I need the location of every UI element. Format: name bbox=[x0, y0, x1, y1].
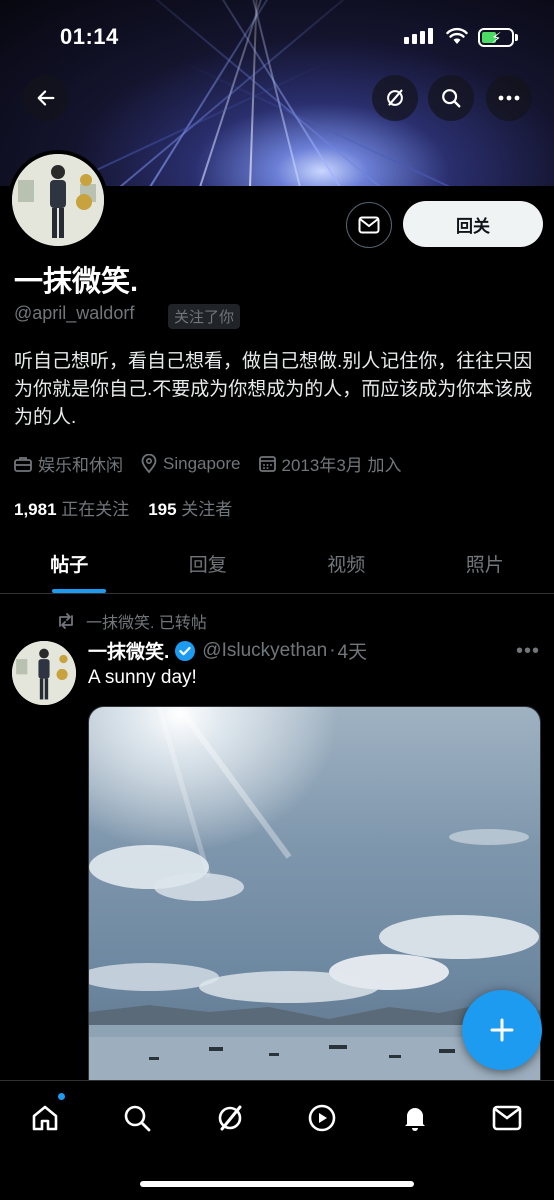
home-icon bbox=[32, 1105, 58, 1131]
mail-icon bbox=[358, 216, 380, 234]
followers-link[interactable]: 195 关注者 bbox=[148, 500, 232, 519]
profile-avatar[interactable] bbox=[8, 150, 108, 250]
nav-search[interactable] bbox=[114, 1095, 160, 1141]
repost-indicator: 一抹微笑. 已转帖 bbox=[56, 609, 207, 633]
post-author-handle[interactable]: @Isluckyethan bbox=[202, 640, 327, 662]
follow-back-button[interactable]: 回关 bbox=[403, 201, 543, 247]
search-icon bbox=[124, 1105, 151, 1132]
compose-button[interactable] bbox=[462, 990, 542, 1070]
joined-label: 2013年3月 加入 bbox=[281, 456, 402, 475]
post-author-name[interactable]: 一抹微笑. bbox=[88, 637, 169, 664]
nav-video[interactable] bbox=[299, 1095, 345, 1141]
following-label: 正在关注 bbox=[61, 500, 130, 519]
battery-icon: ⚡ bbox=[478, 28, 514, 47]
following-count: 1,981 bbox=[14, 500, 57, 519]
message-button[interactable] bbox=[346, 202, 392, 248]
home-indicator bbox=[140, 1181, 414, 1187]
profile-joined: 2013年3月 加入 bbox=[258, 451, 402, 476]
profile-meta: 娱乐和休闲 Singapore 2013年3月 加入 bbox=[14, 451, 420, 476]
messages-icon bbox=[492, 1105, 522, 1131]
location-label: Singapore bbox=[163, 453, 241, 473]
post-header: 一抹微笑. @Isluckyethan · 4天 bbox=[88, 637, 367, 664]
calendar-icon bbox=[258, 456, 276, 472]
profile-location: Singapore bbox=[141, 454, 241, 474]
repost-icon bbox=[59, 613, 73, 629]
post-avatar[interactable] bbox=[12, 641, 76, 705]
post-time: 4天 bbox=[337, 642, 368, 663]
nav-home[interactable] bbox=[22, 1095, 68, 1141]
battery-tip bbox=[515, 34, 518, 41]
followers-count: 195 bbox=[148, 500, 177, 519]
search-button[interactable] bbox=[428, 75, 474, 121]
post-more-icon[interactable]: ••• bbox=[516, 640, 540, 663]
post-text: A sunny day! bbox=[88, 667, 197, 688]
status-bar: 01:14 ⚡ bbox=[0, 0, 554, 70]
nav-notifications[interactable] bbox=[392, 1095, 438, 1141]
followers-label: 关注者 bbox=[181, 500, 233, 519]
profile-name: 一抹微笑. bbox=[14, 266, 139, 298]
grok-icon bbox=[218, 1105, 242, 1131]
video-icon bbox=[308, 1104, 336, 1132]
profile-bio: 听自己想听，看自己想看，做自己想做.别人记住你，往往只因为你就是你自己.不要成为… bbox=[14, 351, 533, 428]
follows-you-badge: 关注了你 bbox=[168, 304, 241, 329]
search-icon bbox=[442, 89, 461, 108]
post-separator: · bbox=[329, 639, 336, 661]
repost-label: 一抹微笑. 已转帖 bbox=[86, 615, 207, 632]
grok-button[interactable] bbox=[372, 75, 418, 121]
tab-posts[interactable]: 帖子 bbox=[0, 534, 139, 593]
signal-icon bbox=[404, 28, 433, 44]
following-link[interactable]: 1,981 正在关注 bbox=[14, 500, 129, 519]
status-time: 01:14 bbox=[60, 24, 119, 49]
more-button[interactable] bbox=[486, 75, 532, 121]
category-label: 娱乐和休闲 bbox=[38, 456, 123, 475]
profile-handle: @april_waldorf bbox=[14, 303, 135, 323]
follow-counts: 1,981 正在关注 195 关注者 bbox=[14, 495, 232, 520]
tab-videos[interactable]: 视频 bbox=[277, 534, 416, 593]
profile-tabs: 帖子 回复 视频 照片 bbox=[0, 534, 554, 594]
grok-icon bbox=[387, 89, 403, 106]
nav-messages[interactable] bbox=[484, 1095, 530, 1141]
notifications-icon bbox=[405, 1108, 425, 1131]
plus-icon bbox=[490, 1018, 514, 1042]
more-icon bbox=[498, 95, 520, 101]
verified-badge-icon bbox=[175, 640, 196, 661]
back-button[interactable] bbox=[23, 75, 69, 121]
arrow-left-icon bbox=[37, 90, 55, 106]
wifi-icon bbox=[446, 27, 468, 44]
profile-category: 娱乐和休闲 bbox=[14, 451, 123, 476]
nav-grok[interactable] bbox=[207, 1095, 253, 1141]
tab-replies[interactable]: 回复 bbox=[139, 534, 278, 593]
briefcase-icon bbox=[14, 456, 32, 472]
home-notification-dot bbox=[57, 1092, 66, 1101]
location-pin-icon bbox=[141, 454, 157, 473]
tab-photos[interactable]: 照片 bbox=[416, 534, 554, 593]
